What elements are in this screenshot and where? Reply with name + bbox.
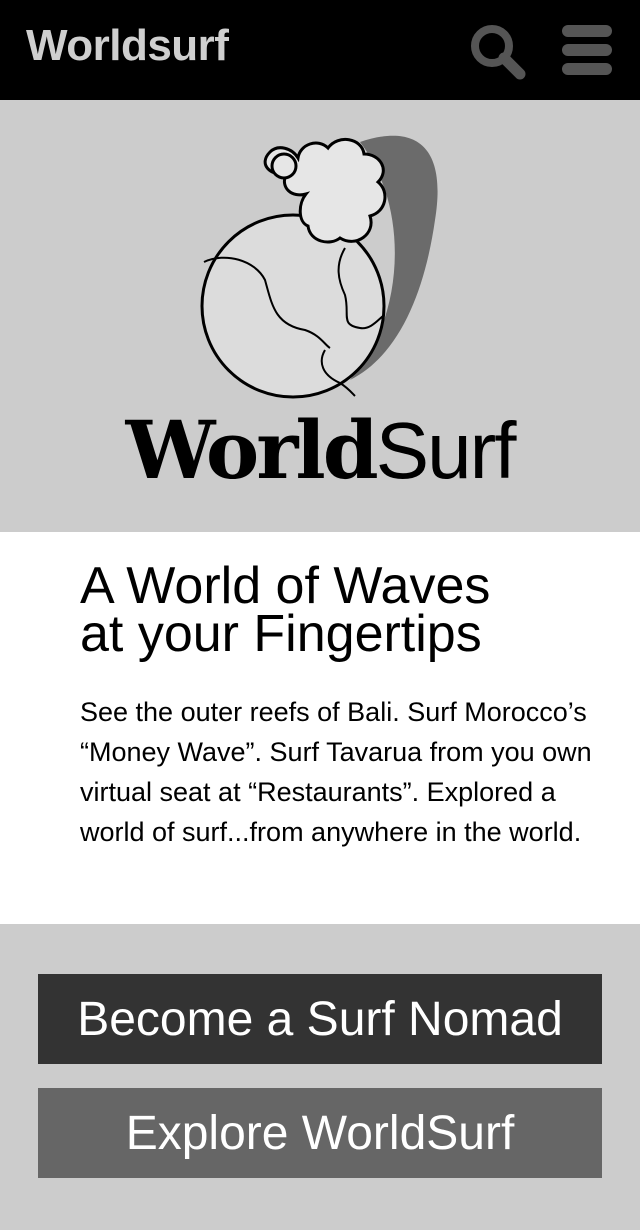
app-title: Worldsurf xyxy=(26,21,229,70)
page: Worldsurf WorldSurf A World of Waves at … xyxy=(0,0,640,1230)
headline: A World of Waves at your Fingertips xyxy=(80,557,600,663)
hero-banner: WorldSurf xyxy=(0,100,640,532)
menu-button[interactable] xyxy=(558,22,618,78)
search-button[interactable] xyxy=(468,22,528,82)
headline-line-2: at your Fingertips xyxy=(80,605,482,663)
explore-worldsurf-button[interactable]: Explore WorldSurf xyxy=(38,1088,602,1178)
intro-paragraph: See the outer reefs of Bali. Surf Morocc… xyxy=(80,697,592,847)
hamburger-menu-icon xyxy=(562,25,612,75)
logo-wordmark: WorldSurf xyxy=(0,400,640,501)
action-area: Become a Surf Nomad Explore WorldSurf xyxy=(0,924,640,1230)
top-app-bar: Worldsurf xyxy=(0,0,640,100)
logo-word-light: Surf xyxy=(375,406,517,495)
intro-section: A World of Waves at your Fingertips See … xyxy=(0,532,640,924)
become-surf-nomad-button[interactable]: Become a Surf Nomad xyxy=(38,974,602,1064)
headline-line-1: A World of Waves xyxy=(80,557,491,615)
globe-with-wave-logo xyxy=(200,135,438,399)
search-icon xyxy=(471,25,526,80)
logo-word-bold: World xyxy=(125,403,379,497)
